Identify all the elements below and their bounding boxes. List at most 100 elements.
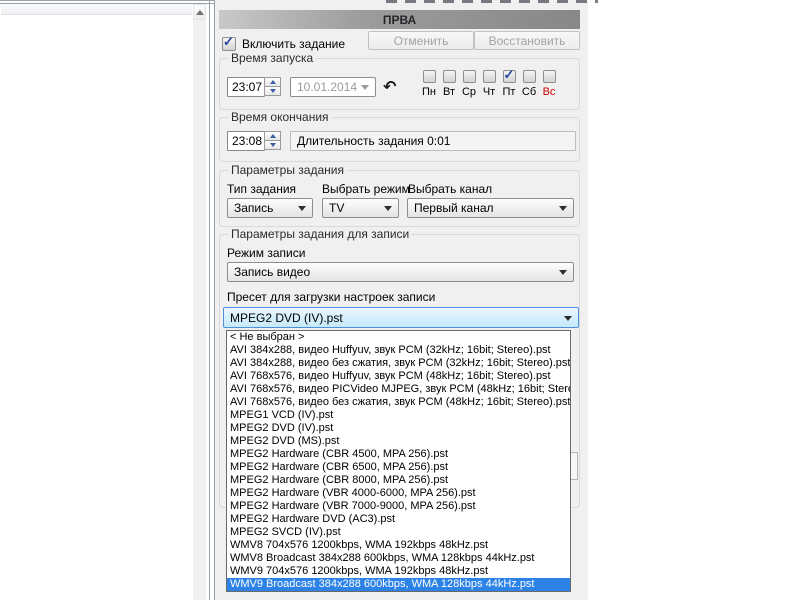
record-mode-combobox[interactable]: Запись видео bbox=[227, 262, 574, 282]
preset-option[interactable]: WMV8 Broadcast 384x288 600kbps, WMA 128k… bbox=[227, 552, 570, 565]
weekday-item: Вт bbox=[439, 70, 459, 98]
preset-combobox[interactable]: MPEG2 DVD (IV).pst bbox=[223, 307, 579, 328]
preset-option[interactable]: MPEG2 Hardware DVD (AC3).pst bbox=[227, 513, 570, 526]
weekday-checkbox[interactable] bbox=[503, 70, 516, 83]
weekday-checkbox[interactable] bbox=[423, 70, 436, 83]
preset-option[interactable]: MPEG1 VCD (IV).pst bbox=[227, 409, 570, 422]
undo-icon[interactable]: ↶ bbox=[383, 79, 396, 95]
weekday-checkboxes: Пн Вт Ср Чт Пт Сб Вс bbox=[419, 70, 561, 98]
end-time-spinner bbox=[264, 131, 281, 151]
preset-option[interactable]: MPEG2 SVCD (IV).pst bbox=[227, 526, 570, 539]
preset-option[interactable]: AVI 768x576, видео PICVideo MJPEG, звук … bbox=[227, 383, 570, 396]
channel-label: Выбрать канал bbox=[408, 182, 492, 196]
restore-button[interactable]: Восстановить bbox=[474, 31, 580, 50]
weekday-checkbox[interactable] bbox=[463, 70, 476, 83]
preset-option[interactable]: MPEG2 Hardware (VBR 4000-6000, MPA 256).… bbox=[227, 487, 570, 500]
spin-down-icon bbox=[270, 143, 276, 147]
start-time-input[interactable]: 23:07 bbox=[227, 77, 265, 97]
enable-task-checkbox[interactable] bbox=[222, 37, 236, 51]
panel-divider-outer bbox=[209, 0, 210, 600]
preset-option[interactable]: WMV9 Broadcast 384x288 600kbps, WMA 128k… bbox=[227, 578, 570, 591]
cancel-button-label: Отменить bbox=[394, 34, 449, 48]
preset-label: Пресет для загрузки настроек записи bbox=[227, 290, 435, 304]
channel-title: ПРВА bbox=[383, 13, 416, 27]
weekday-item: Ср bbox=[459, 70, 479, 98]
weekday-label: Вт bbox=[443, 86, 455, 98]
spin-up-icon bbox=[270, 134, 276, 138]
weekday-checkbox[interactable] bbox=[443, 70, 456, 83]
chevron-down-icon bbox=[559, 270, 567, 275]
weekday-item: Вс bbox=[539, 70, 559, 98]
chevron-down-icon bbox=[559, 206, 567, 211]
preset-option[interactable]: AVI 768x576, видео Huffyuv, звук PCM (48… bbox=[227, 370, 570, 383]
preset-option[interactable]: < Не выбран > bbox=[227, 331, 570, 344]
weekday-item: Пт bbox=[499, 70, 519, 98]
list-header bbox=[1, 4, 192, 15]
mode-combobox[interactable]: TV bbox=[322, 198, 399, 218]
task-type-combobox[interactable]: Запись bbox=[227, 198, 313, 218]
spin-down-icon bbox=[270, 89, 276, 93]
record-mode-value: Запись видео bbox=[234, 265, 310, 279]
preset-option[interactable]: AVI 384x288, видео без сжатия, звук PCM … bbox=[227, 357, 570, 370]
preset-option[interactable]: AVI 384x288, видео Huffyuv, звук PCM (32… bbox=[227, 344, 570, 357]
mode-label: Выбрать режим bbox=[322, 182, 410, 196]
end-time-spin-down[interactable] bbox=[264, 140, 281, 150]
weekday-item: Пн bbox=[419, 70, 439, 98]
chevron-down-icon bbox=[361, 85, 369, 90]
duration-text: Длительность задания 0:01 bbox=[297, 134, 450, 148]
record-mode-label: Режим записи bbox=[227, 246, 305, 260]
preset-option[interactable]: WMV8 704x576 1200kbps, WMA 192kbps 48kHz… bbox=[227, 539, 570, 552]
list-scrollbar[interactable] bbox=[193, 4, 206, 600]
start-date-value: 10.01.2014 bbox=[297, 80, 357, 94]
end-time-group-label: Время окончания bbox=[228, 110, 332, 124]
weekday-checkbox[interactable] bbox=[483, 70, 496, 83]
spin-up-icon bbox=[270, 80, 276, 84]
weekday-label: Чт bbox=[483, 86, 495, 98]
preset-option[interactable]: MPEG2 Hardware (CBR 8000, MPA 256).pst bbox=[227, 474, 570, 487]
preset-option[interactable]: MPEG2 Hardware (CBR 4500, MPA 256).pst bbox=[227, 448, 570, 461]
preset-value: MPEG2 DVD (IV).pst bbox=[230, 311, 343, 325]
weekday-label: Ср bbox=[462, 86, 476, 98]
start-date-combobox[interactable]: 10.01.2014 bbox=[290, 77, 376, 97]
weekday-item: Чт bbox=[479, 70, 499, 98]
channel-value: Первый канал bbox=[414, 201, 494, 215]
chevron-down-icon bbox=[564, 316, 572, 321]
weekday-checkbox[interactable] bbox=[523, 70, 536, 83]
preset-option[interactable]: AVI 768x576, видео без сжатия, звук PCM … bbox=[227, 396, 570, 409]
weekday-label: Сб bbox=[522, 86, 536, 98]
task-type-label: Тип задания bbox=[227, 182, 296, 196]
enable-task-row: Включить задание bbox=[222, 37, 345, 51]
task-list-panel bbox=[0, 0, 214, 600]
mode-value: TV bbox=[329, 201, 344, 215]
record-params-group-label: Параметры задания для записи bbox=[228, 227, 412, 241]
preset-option[interactable]: MPEG2 Hardware (VBR 7000-9000, MPA 256).… bbox=[227, 500, 570, 513]
start-time-spin-down[interactable] bbox=[264, 86, 281, 96]
weekday-checkbox[interactable] bbox=[543, 70, 556, 83]
channel-combobox[interactable]: Первый канал bbox=[407, 198, 574, 218]
task-params-group-label: Параметры задания bbox=[228, 163, 347, 177]
preset-option[interactable]: MPEG2 DVD (MS).pst bbox=[227, 435, 570, 448]
task-type-value: Запись bbox=[234, 201, 273, 215]
end-time-value: 23:08 bbox=[232, 134, 262, 148]
weekday-item: Сб bbox=[519, 70, 539, 98]
restore-button-label: Восстановить bbox=[489, 34, 566, 48]
chevron-down-icon bbox=[298, 206, 306, 211]
start-time-value: 23:07 bbox=[232, 80, 262, 94]
scroll-up-icon bbox=[196, 10, 204, 15]
preset-option[interactable]: WMV9 704x576 1200kbps, WMA 192kbps 48kHz… bbox=[227, 565, 570, 578]
preset-option[interactable]: MPEG2 DVD (IV).pst bbox=[227, 422, 570, 435]
panel-border-top-outer bbox=[0, 0, 214, 1]
weekday-label: Пн bbox=[422, 86, 436, 98]
start-time-spinner bbox=[264, 77, 281, 97]
weekday-label: Пт bbox=[503, 86, 516, 98]
channel-header: ПРВА bbox=[219, 10, 580, 29]
scroll-up-button[interactable] bbox=[193, 4, 206, 20]
preset-option[interactable]: MPEG2 Hardware (CBR 6500, MPA 256).pst bbox=[227, 461, 570, 474]
cancel-button[interactable]: Отменить bbox=[368, 31, 474, 50]
preset-dropdown-list: < Не выбран >AVI 384x288, видео Huffyuv,… bbox=[226, 330, 571, 592]
duration-field: Длительность задания 0:01 bbox=[290, 131, 576, 151]
start-time-group-label: Время запуска bbox=[228, 51, 316, 65]
weekday-label: Вс bbox=[543, 86, 556, 98]
chevron-down-icon bbox=[384, 206, 392, 211]
end-time-input[interactable]: 23:08 bbox=[227, 131, 265, 151]
